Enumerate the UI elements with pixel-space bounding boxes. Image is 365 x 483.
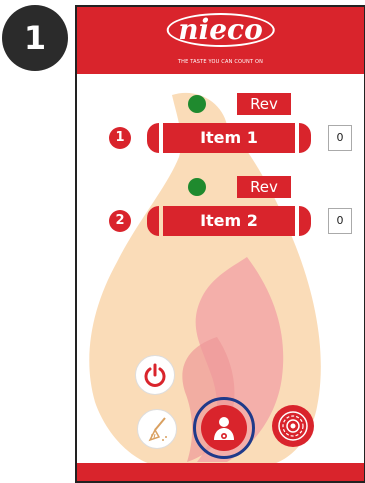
power-button[interactable] (135, 355, 175, 395)
person-gear-icon (214, 417, 234, 440)
app-header: nieco THE TASTE YOU CAN COUNT ON (77, 7, 364, 74)
status-dot-item-1 (188, 95, 206, 113)
broom-icon (148, 417, 167, 442)
item-2-button[interactable]: Item 2 (147, 206, 311, 236)
settings-button[interactable] (272, 405, 314, 447)
gear-icon (278, 411, 308, 441)
status-dot-item-2 (188, 178, 206, 196)
device-screen: nieco THE TASTE YOU CAN COUNT ON Rev 1 I… (75, 5, 365, 483)
power-icon (144, 363, 166, 387)
item-1-button[interactable]: Item 1 (147, 123, 311, 153)
item-1-right-cap (299, 123, 311, 153)
rev-button-item-2[interactable]: Rev (237, 176, 291, 198)
item-2-label[interactable]: Item 2 (163, 206, 295, 236)
item-1-left-cap (147, 123, 159, 153)
app-footer (77, 463, 364, 481)
item-2-right-cap (299, 206, 311, 236)
item-1-index: 1 (109, 127, 131, 149)
operator-button[interactable] (201, 405, 247, 451)
clean-button[interactable] (137, 409, 177, 449)
item-1-label[interactable]: Item 1 (163, 123, 295, 153)
nieco-logo: nieco (166, 13, 275, 47)
step-number-badge: 1 (2, 5, 68, 71)
item-2-count: 0 (328, 208, 352, 234)
logo-tagline: THE TASTE YOU CAN COUNT ON (177, 59, 264, 65)
item-2-index: 2 (109, 210, 131, 232)
item-2-left-cap (147, 206, 159, 236)
rev-button-item-1[interactable]: Rev (237, 93, 291, 115)
item-1-count: 0 (328, 125, 352, 151)
